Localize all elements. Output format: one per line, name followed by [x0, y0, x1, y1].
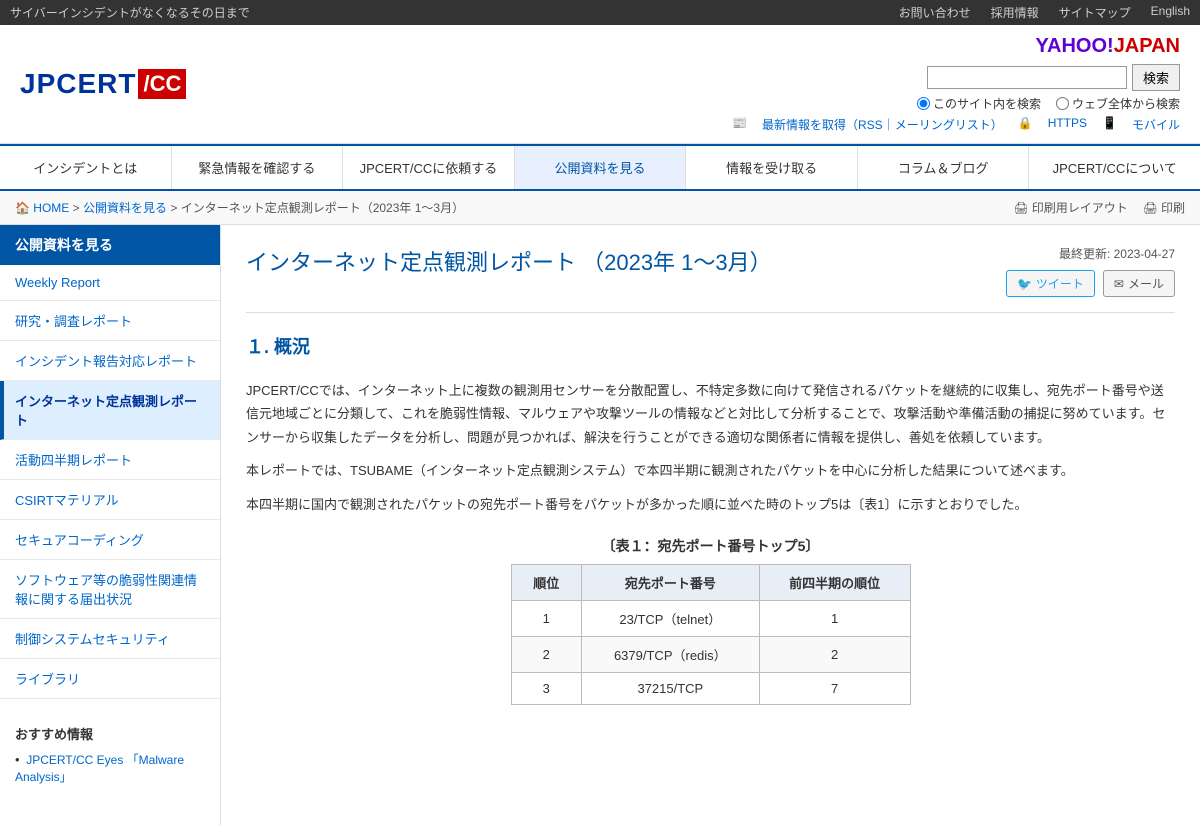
print2-icon: 🖨: [1143, 201, 1158, 215]
search-web-option[interactable]: ウェブ全体から検索: [1056, 95, 1180, 112]
search-options: このサイト内を検索 ウェブ全体から検索: [917, 95, 1180, 112]
nav-receive[interactable]: 情報を受け取る: [686, 146, 858, 189]
sidebar-category: 公開資料を見る: [0, 225, 220, 265]
main-nav: インシデントとは 緊急情報を確認する JPCERT/CCに依頼する 公開資料を見…: [0, 144, 1200, 191]
email-button[interactable]: ✉ メール: [1103, 270, 1175, 297]
logo-jpcert: JPCERT: [20, 68, 136, 100]
print-link[interactable]: 🖨 印刷: [1143, 199, 1185, 216]
sidebar-item-ics[interactable]: 制御システムセキュリティ: [0, 619, 220, 659]
breadcrumb-level1[interactable]: 公開資料を見る: [83, 201, 167, 215]
search-site-option[interactable]: このサイト内を検索: [917, 95, 1041, 112]
sidebar-item-csirt[interactable]: CSIRTマテリアル: [0, 480, 220, 520]
table-title: 〔表１：宛先ポート番号トップ5〕: [602, 536, 820, 556]
print-icon: 🖨: [1014, 201, 1029, 215]
sidebar-recommended-items: • JPCERT/CC Eyes 「Malware Analysis」: [15, 751, 205, 785]
paragraph3: 本四半期に国内で観測されたパケットの宛先ポート番号をパケットが多かった順に並べた…: [246, 493, 1175, 516]
bullet-icon: •: [15, 752, 20, 767]
sidebar-item-vuln[interactable]: ソフトウェア等の脆弱性関連情報に関する届出状況: [0, 560, 220, 619]
table-body: 123/TCP（telnet）126379/TCP（redis）2337215/…: [511, 600, 910, 704]
breadcrumb-level2: インターネット定点観測レポート（2023年 1〜3月）: [181, 201, 464, 215]
sitemap-link[interactable]: サイトマップ: [1059, 4, 1131, 21]
table-container: 〔表１：宛先ポート番号トップ5〕 順位 宛先ポート番号 前四半期の順位 123/…: [246, 536, 1175, 705]
logo: JPCERT/CC: [20, 68, 186, 100]
sidebar-item-research[interactable]: 研究・調査レポート: [0, 301, 220, 341]
table-cell-prev: 2: [759, 636, 910, 672]
share-buttons: 🐦 ツイート ✉ メール: [1006, 270, 1175, 297]
table-header-port: 宛先ポート番号: [581, 564, 759, 600]
nav-blog[interactable]: コラム＆ブログ: [858, 146, 1030, 189]
https-icon: 🔒: [1018, 116, 1033, 133]
sidebar-recommended-title: おすすめ情報: [15, 724, 205, 743]
sidebar-item-secure-coding[interactable]: セキュアコーディング: [0, 520, 220, 560]
logo-cc: /CC: [138, 69, 186, 99]
top-bar-links: お問い合わせ 採用情報 サイトマップ English: [899, 4, 1190, 21]
sidebar-recommended-link[interactable]: JPCERT/CC Eyes 「Malware Analysis」: [15, 753, 184, 784]
breadcrumb-home[interactable]: HOME: [33, 201, 69, 215]
contact-link[interactable]: お問い合わせ: [899, 4, 971, 21]
tagline: サイバーインシデントがなくなるその日まで: [10, 4, 250, 21]
search-area: YAHOO!JAPAN 検索 このサイト内を検索 ウェブ全体から検索 📰 最新情…: [732, 35, 1180, 133]
yahoo-logo: YAHOO!JAPAN: [1036, 35, 1180, 58]
search-button[interactable]: 検索: [1132, 64, 1180, 91]
rss-icon: 📰: [732, 116, 747, 133]
nav-request[interactable]: JPCERT/CCに依頼する: [343, 146, 515, 189]
home-icon: 🏠: [15, 201, 30, 215]
breadcrumb: 🏠 HOME > 公開資料を見る > インターネット定点観測レポート（2023年…: [0, 191, 1200, 225]
rss-link[interactable]: 最新情報を取得（RSS｜メーリングリスト）: [762, 116, 1003, 133]
print-layout-link[interactable]: 🖨 印刷用レイアウト: [1014, 199, 1128, 216]
page-meta: 最終更新: 2023-04-27 🐦 ツイート ✉ メール: [1006, 245, 1175, 297]
paragraph1: JPCERT/CCでは、インターネット上に複数の観測用センサーを分散配置し、不特…: [246, 379, 1175, 449]
sidebar-recommended: おすすめ情報 • JPCERT/CC Eyes 「Malware Analysi…: [0, 714, 220, 803]
table-row: 123/TCP（telnet）1: [511, 600, 910, 636]
sidebar-item-quarterly[interactable]: 活動四半期レポート: [0, 440, 220, 480]
last-updated: 最終更新: 2023-04-27: [1059, 245, 1175, 262]
table-cell-port: 37215/TCP: [581, 672, 759, 704]
table-cell-port: 23/TCP（telnet）: [581, 600, 759, 636]
sidebar-item-library[interactable]: ライブラリ: [0, 659, 220, 699]
main-layout: 公開資料を見る Weekly Report 研究・調査レポート インシデント報告…: [0, 225, 1200, 825]
table-cell-rank: 1: [511, 600, 581, 636]
sidebar: 公開資料を見る Weekly Report 研究・調査レポート インシデント報告…: [0, 225, 221, 825]
tweet-button[interactable]: 🐦 ツイート: [1006, 270, 1095, 297]
https-link[interactable]: HTTPS: [1048, 116, 1087, 133]
nav-publications[interactable]: 公開資料を見る: [515, 146, 687, 189]
header: JPCERT/CC YAHOO!JAPAN 検索 このサイト内を検索 ウェブ全体…: [0, 25, 1200, 144]
table-header-rank: 順位: [511, 564, 581, 600]
jobs-link[interactable]: 採用情報: [991, 4, 1039, 21]
nav-emergency[interactable]: 緊急情報を確認する: [172, 146, 344, 189]
table-row: 26379/TCP（redis）2: [511, 636, 910, 672]
top-bar: サイバーインシデントがなくなるその日まで お問い合わせ 採用情報 サイトマップ …: [0, 0, 1200, 25]
sidebar-item-incident-report[interactable]: インシデント報告対応レポート: [0, 341, 220, 381]
paragraph2: 本レポートでは、TSUBAME（インターネット定点観測システム）で本四半期に観測…: [246, 459, 1175, 482]
page-header: インターネット定点観測レポート （2023年 1〜3月） 最終更新: 2023-…: [246, 245, 1175, 313]
mobile-link[interactable]: モバイル: [1132, 116, 1180, 133]
breadcrumb-actions: 🖨 印刷用レイアウト 🖨 印刷: [1014, 199, 1186, 216]
english-link[interactable]: English: [1151, 4, 1190, 21]
data-table: 順位 宛先ポート番号 前四半期の順位 123/TCP（telnet）126379…: [511, 564, 911, 705]
breadcrumb-path: 🏠 HOME > 公開資料を見る > インターネット定点観測レポート（2023年…: [15, 199, 464, 216]
twitter-icon: 🐦: [1017, 277, 1032, 291]
main-content: インターネット定点観測レポート （2023年 1〜3月） 最終更新: 2023-…: [221, 225, 1200, 825]
search-input[interactable]: [927, 66, 1127, 89]
table-cell-prev: 1: [759, 600, 910, 636]
table-row: 337215/TCP7: [511, 672, 910, 704]
nav-about[interactable]: JPCERT/CCについて: [1029, 146, 1200, 189]
search-row: 検索: [927, 64, 1180, 91]
table-cell-prev: 7: [759, 672, 910, 704]
mobile-icon: 📱: [1102, 116, 1117, 133]
sidebar-recommended-item: • JPCERT/CC Eyes 「Malware Analysis」: [15, 751, 205, 785]
table-header-prev: 前四半期の順位: [759, 564, 910, 600]
table-cell-rank: 3: [511, 672, 581, 704]
email-icon: ✉: [1114, 277, 1124, 291]
table-cell-port: 6379/TCP（redis）: [581, 636, 759, 672]
sidebar-item-internet-report[interactable]: インターネット定点観測レポート: [0, 381, 220, 440]
nav-incident[interactable]: インシデントとは: [0, 146, 172, 189]
update-bar: 📰 最新情報を取得（RSS｜メーリングリスト） 🔒 HTTPS 📱 モバイル: [732, 116, 1180, 133]
section1-title: １. 概況: [246, 333, 1175, 364]
table-cell-rank: 2: [511, 636, 581, 672]
sidebar-item-weekly-report[interactable]: Weekly Report: [0, 265, 220, 301]
page-title: インターネット定点観測レポート （2023年 1〜3月）: [246, 245, 1006, 277]
